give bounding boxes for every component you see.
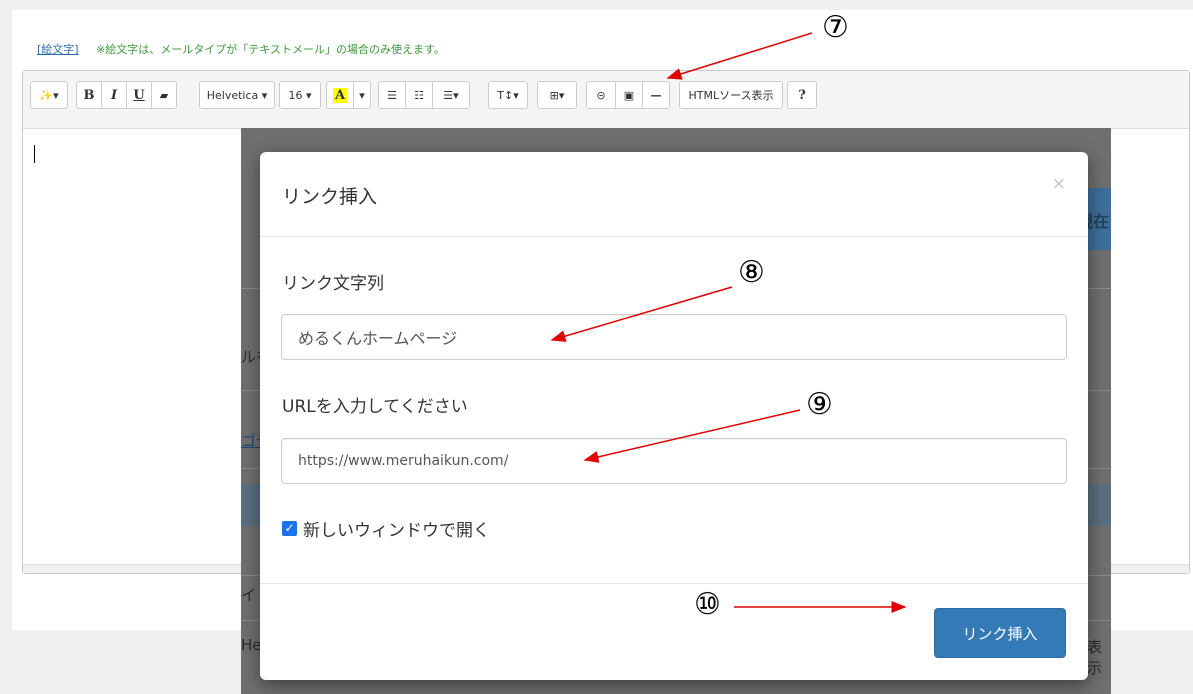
background-text-4: He <box>241 636 262 654</box>
text-cursor <box>34 145 35 163</box>
marker-7: ⑦ <box>822 10 849 45</box>
editor-toolbar: ✨▾ B I U ▰ Helvetica ▾ 16 ▾ A ▾ ☰ ☷ ☰▾ T… <box>23 71 1189 129</box>
text-color-button[interactable]: A <box>326 81 354 109</box>
line-height-dropdown[interactable]: T↕▾ <box>488 81 528 109</box>
paragraph-align-dropdown[interactable]: ☰▾ <box>432 81 470 109</box>
font-size-dropdown[interactable]: 16 ▾ <box>279 81 321 109</box>
emoji-link[interactable]: [絵文字] <box>37 43 79 56</box>
emoji-note-text: ※絵文字は、メールタイプが「テキストメール」の場合のみ使えます。 <box>96 43 445 56</box>
font-family-dropdown[interactable]: Helvetica ▾ <box>199 81 275 109</box>
text-color-icon: A <box>332 87 348 103</box>
link-text-input[interactable]: めるくんホームページ <box>281 314 1067 360</box>
help-button[interactable]: ? <box>787 81 817 109</box>
text-color-dropdown[interactable]: ▾ <box>353 81 371 109</box>
link-icon[interactable]: ⊝ <box>586 81 616 109</box>
magic-wand-button[interactable]: ✨▾ <box>30 81 68 109</box>
marker-8: ⑧ <box>738 255 765 290</box>
background-text-3: イ <box>241 586 257 604</box>
horizontal-rule-icon[interactable]: — <box>642 81 670 109</box>
new-window-option[interactable]: ✓ 新しいウィンドウで開く <box>282 516 490 541</box>
italic-button[interactable]: I <box>101 81 127 109</box>
unordered-list-icon[interactable]: ☰ <box>378 81 406 109</box>
table-dropdown[interactable]: ⊞▾ <box>537 81 577 109</box>
url-label: URLを入力してください <box>282 397 468 417</box>
background-text-5: 表示 <box>1087 638 1103 677</box>
bold-button[interactable]: B <box>76 81 102 109</box>
html-source-button[interactable]: HTMLソース表示 <box>679 81 783 109</box>
link-insert-dialog: リンク挿入 × リンク文字列 めるくんホームページ URLを入力してください h… <box>260 152 1088 680</box>
dialog-title: リンク挿入 <box>282 186 378 208</box>
insert-link-button[interactable]: リンク挿入 <box>934 608 1066 658</box>
marker-10: ⑩ <box>694 587 721 622</box>
dialog-footer-divider <box>260 583 1088 584</box>
url-input[interactable]: https://www.meruhaikun.com/ <box>281 438 1067 484</box>
new-window-label: 新しいウィンドウで開く <box>303 521 490 541</box>
eraser-icon[interactable]: ▰ <box>151 81 177 109</box>
link-text-label: リンク文字列 <box>282 274 384 294</box>
image-icon[interactable]: ▣ <box>615 81 643 109</box>
close-icon[interactable]: × <box>1052 174 1066 194</box>
emoji-note: [絵文字] ※絵文字は、メールタイプが「テキストメール」の場合のみ使えます。 <box>37 41 445 57</box>
ordered-list-icon[interactable]: ☷ <box>405 81 433 109</box>
dialog-header-divider <box>260 236 1088 237</box>
new-window-checkbox[interactable]: ✓ <box>282 521 297 536</box>
underline-button[interactable]: U <box>126 81 152 109</box>
marker-9: ⑨ <box>806 387 833 422</box>
